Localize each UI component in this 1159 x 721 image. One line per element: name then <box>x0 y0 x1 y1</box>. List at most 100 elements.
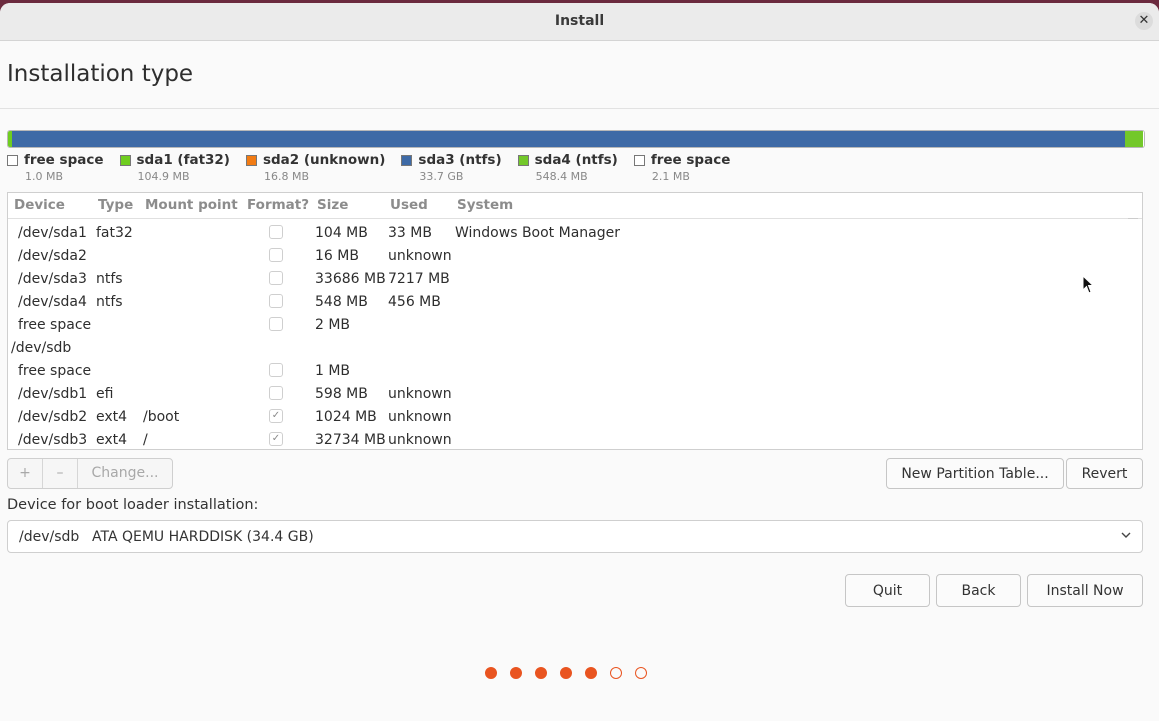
cell-size: 1024 MB <box>315 409 377 425</box>
bootloader-device-select[interactable]: /dev/sdb ATA QEMU HARDDISK (34.4 GB) <box>7 520 1143 553</box>
cell-type: efi <box>96 386 114 402</box>
progress-dot <box>510 667 522 679</box>
installer-window: Install ✕ Installation type free space 1.… <box>0 3 1159 721</box>
format-checkbox[interactable] <box>269 294 283 308</box>
header-divider <box>0 108 1159 109</box>
table-row[interactable]: /dev/sda1 fat32 104 MB 33 MB Windows Boot Ma… <box>8 222 1142 245</box>
legend-size: 16.8 MB <box>263 170 310 183</box>
legend-swatch <box>517 154 529 166</box>
checkmark-icon: ✓ <box>271 410 281 421</box>
cell-mount-point: /boot <box>143 409 180 425</box>
table-row[interactable]: /dev/sda2 16 MB unknown <box>8 245 1142 268</box>
table-row[interactable]: free space 2 MB <box>8 314 1142 337</box>
format-checkbox[interactable] <box>269 225 283 239</box>
partition-table[interactable]: Device Type Mount point Format? Size Use… <box>7 192 1143 450</box>
format-checkbox[interactable]: ✓ <box>269 432 283 446</box>
change-partition-button[interactable]: Change... <box>78 459 172 488</box>
page-title: Installation type <box>7 61 194 87</box>
col-format[interactable]: Format? <box>247 197 309 213</box>
window-title: Install <box>554 13 605 29</box>
cell-device: /dev/sda4 <box>18 294 87 310</box>
partition-bar-segment <box>1125 131 1144 147</box>
legend-size: 104.9 MB <box>137 170 190 183</box>
cell-size: 16 MB <box>315 248 359 264</box>
legend-size: 33.7 GB <box>419 170 464 183</box>
progress-dot <box>535 667 547 679</box>
checkmark-icon: ✓ <box>271 433 281 444</box>
legend-item: sda3 (ntfs) 33.7 GB <box>401 152 502 183</box>
scrollbar[interactable] <box>1128 218 1138 219</box>
cell-type: fat32 <box>96 225 133 241</box>
table-row[interactable]: /dev/sdb3 ext4 / 32734 MB unknown ✓ <box>8 429 1142 449</box>
format-checkbox[interactable] <box>269 386 283 400</box>
cell-type: ext4 <box>96 432 128 448</box>
table-row[interactable]: /dev/sdb2 ext4/boot 1024 MB unknown ✓ <box>8 406 1142 429</box>
format-checkbox[interactable] <box>269 317 283 331</box>
table-row[interactable]: /dev/sda3 ntfs 33686 MB 7217 MB <box>8 268 1142 291</box>
remove-partition-button[interactable]: – <box>43 459 78 488</box>
cell-device: /dev/sdb <box>11 340 72 356</box>
format-checkbox[interactable] <box>269 271 283 285</box>
col-size[interactable]: Size <box>317 197 348 213</box>
legend-item: sda4 (ntfs) 548.4 MB <box>517 152 618 183</box>
cell-device: /dev/sda3 <box>18 271 87 287</box>
legend-label: sda4 (ntfs) <box>534 152 618 168</box>
cell-device: /dev/sdb3 <box>18 432 88 448</box>
table-row[interactable]: free space 1 MB <box>8 360 1142 383</box>
mouse-pointer-icon <box>1082 275 1095 294</box>
legend-size: 2.1 MB <box>651 170 690 183</box>
close-icon: ✕ <box>1138 13 1150 28</box>
progress-dot <box>485 667 497 679</box>
cell-used: unknown <box>388 386 452 402</box>
progress-dot <box>560 667 572 679</box>
back-button[interactable]: Back <box>936 574 1021 607</box>
legend-size: 1.0 MB <box>25 170 64 183</box>
partition-edit-buttons: + – Change... <box>7 458 173 489</box>
table-row[interactable]: /dev/sdb <box>8 337 1142 360</box>
progress-dot <box>610 667 622 679</box>
progress-dots <box>485 667 647 679</box>
cell-size: 548 MB <box>315 294 368 310</box>
legend-swatch <box>401 154 413 166</box>
bootloader-label: Device for boot loader installation: <box>7 497 259 513</box>
cell-used: 33 MB <box>388 225 432 241</box>
legend-item: free space 2.1 MB <box>633 152 731 183</box>
cell-type: ntfs <box>96 294 123 310</box>
cell-size: 598 MB <box>315 386 368 402</box>
revert-button[interactable]: Revert <box>1066 458 1143 489</box>
partition-bar-segment <box>12 131 1126 147</box>
chevron-down-icon <box>1121 532 1131 538</box>
cell-used: unknown <box>388 409 452 425</box>
legend-label: sda3 (ntfs) <box>418 152 502 168</box>
cell-size: 104 MB <box>315 225 368 241</box>
legend-item: sda1 (fat32) 104.9 MB <box>119 152 230 183</box>
close-button[interactable]: ✕ <box>1135 12 1153 30</box>
col-type[interactable]: Type <box>98 197 133 213</box>
table-header: Device Type Mount point Format? Size Use… <box>8 193 1142 219</box>
table-row[interactable]: /dev/sda4 ntfs 548 MB 456 MB <box>8 291 1142 314</box>
cell-size: 2 MB <box>315 317 351 333</box>
cell-device: /dev/sdb1 <box>18 386 88 402</box>
col-mount-point[interactable]: Mount point <box>145 197 238 213</box>
format-checkbox[interactable] <box>269 363 283 377</box>
cell-device: free space <box>18 317 92 333</box>
quit-button[interactable]: Quit <box>845 574 930 607</box>
col-system[interactable]: System <box>457 197 513 213</box>
partition-legend: free space 1.0 MB sda1 (fat32) 104.9 MB sda2… <box>7 152 730 183</box>
cell-device: free space <box>18 363 92 379</box>
table-row[interactable]: /dev/sdb1 efi 598 MB unknown <box>8 383 1142 406</box>
cell-system: Windows Boot Manager <box>455 225 620 241</box>
add-partition-button[interactable]: + <box>8 459 43 488</box>
install-now-button[interactable]: Install Now <box>1027 574 1143 607</box>
legend-label: sda2 (unknown) <box>262 152 386 168</box>
format-checkbox[interactable]: ✓ <box>269 409 283 423</box>
legend-swatch <box>7 154 18 166</box>
legend-label: free space <box>650 152 731 168</box>
col-device[interactable]: Device <box>14 197 65 213</box>
legend-swatch <box>245 154 257 166</box>
col-used[interactable]: Used <box>390 197 428 213</box>
new-partition-table-button[interactable]: New Partition Table... <box>886 458 1064 489</box>
legend-size: 548.4 MB <box>535 170 588 183</box>
title-bar: Install ✕ <box>0 3 1159 41</box>
format-checkbox[interactable] <box>269 248 283 262</box>
